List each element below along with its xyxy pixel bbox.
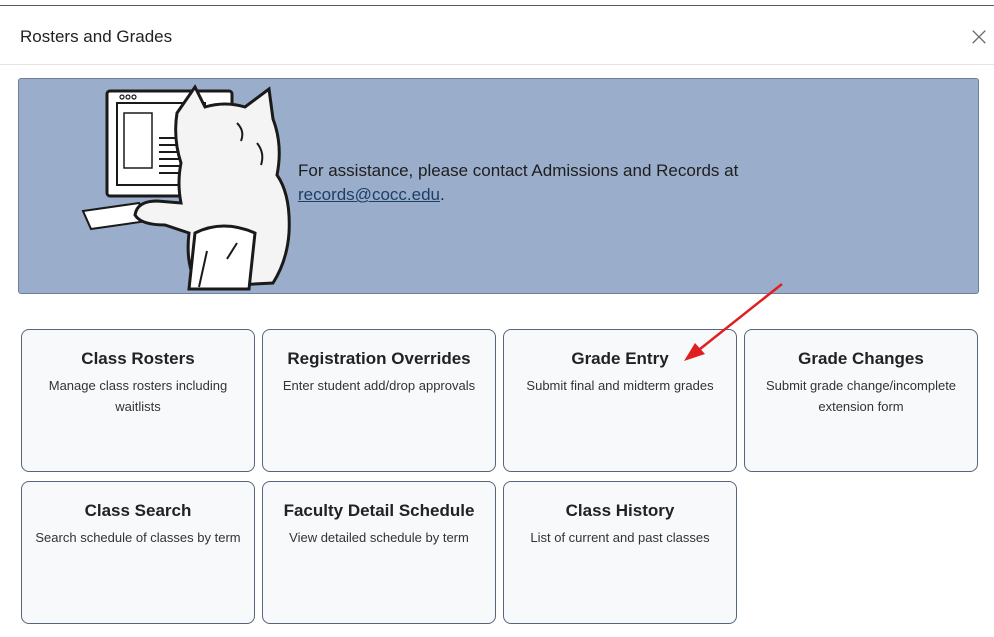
modal-header: Rosters and Grades × xyxy=(0,6,994,65)
card-description: Enter student add/drop approvals xyxy=(282,378,476,393)
class-history-card[interactable]: Class History List of current and past c… xyxy=(503,481,737,624)
assistance-text: For assistance, please contact Admission… xyxy=(298,159,738,207)
card-title: Class Search xyxy=(84,501,192,520)
class-search-card[interactable]: Class Search Search schedule of classes … xyxy=(21,481,255,624)
card-description: View detailed schedule by term xyxy=(289,530,469,545)
close-icon[interactable]: × xyxy=(968,24,990,50)
card-title: Grade Entry xyxy=(571,349,669,368)
card-title: Class Rosters xyxy=(81,349,195,368)
grade-changes-card[interactable]: Grade Changes Submit grade change/incomp… xyxy=(744,329,978,472)
card-description: Search schedule of classes by term xyxy=(35,530,241,545)
records-email-link[interactable]: records@cocc.edu xyxy=(298,185,440,204)
assistance-period: . xyxy=(440,185,445,204)
assistance-message: For assistance, please contact Admission… xyxy=(298,161,739,180)
card-title: Class History xyxy=(565,501,675,520)
modal-title: Rosters and Grades xyxy=(20,27,173,46)
card-description: Submit grade change/incomplete extension… xyxy=(765,378,957,414)
card-title: Grade Changes xyxy=(798,349,924,368)
card-title: Registration Overrides xyxy=(287,349,471,368)
assistance-banner: For assistance, please contact Admission… xyxy=(18,78,979,294)
class-rosters-card[interactable]: Class Rosters Manage class rosters inclu… xyxy=(21,329,255,472)
bobcat-mascot-icon xyxy=(81,84,291,291)
card-description: List of current and past classes xyxy=(530,530,710,545)
registration-overrides-card[interactable]: Registration Overrides Enter student add… xyxy=(262,329,496,472)
grade-entry-card[interactable]: Grade Entry Submit final and midterm gra… xyxy=(503,329,737,472)
faculty-detail-schedule-card[interactable]: Faculty Detail Schedule View detailed sc… xyxy=(262,481,496,624)
card-title: Faculty Detail Schedule xyxy=(283,501,475,520)
card-description: Submit final and midterm grades xyxy=(526,378,714,393)
card-description: Manage class rosters including waitlists xyxy=(48,378,228,414)
